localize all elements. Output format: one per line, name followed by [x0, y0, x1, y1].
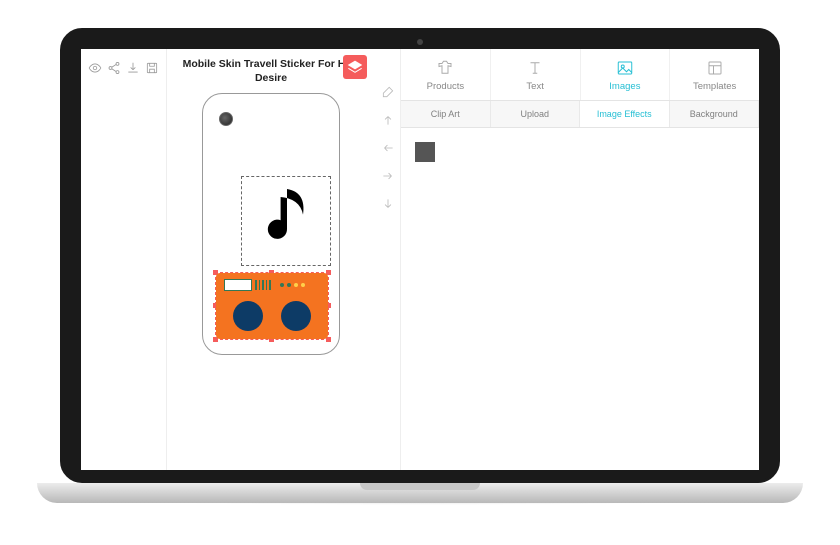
tab-label: Templates: [693, 81, 736, 92]
laptop-camera: [417, 39, 423, 45]
phone-camera-icon: [219, 112, 233, 126]
canvas-area: Mobile Skin Travell Sticker For HTC Desi…: [167, 49, 375, 470]
tab-label: Products: [427, 81, 465, 92]
effects-panel: [401, 128, 759, 176]
right-panel: Products Text Images Templates Clip Art …: [401, 49, 759, 470]
laptop-mockup: Mobile Skin Travell Sticker For HTC Desi…: [37, 28, 803, 513]
radio-object[interactable]: [215, 272, 329, 340]
subtab-image-effects[interactable]: Image Effects: [580, 101, 670, 127]
arrow-left-icon[interactable]: [379, 139, 397, 157]
laptop-notch: [360, 483, 480, 490]
product-title: Mobile Skin Travell Sticker For HTC Desi…: [171, 57, 371, 85]
tab-label: Images: [609, 81, 640, 92]
subtab-upload[interactable]: Upload: [491, 101, 581, 127]
save-icon[interactable]: [145, 59, 160, 77]
phone-outline[interactable]: [202, 93, 340, 355]
laptop-bezel: Mobile Skin Travell Sticker For HTC Desi…: [60, 28, 780, 483]
subtab-clipart[interactable]: Clip Art: [401, 101, 491, 127]
download-icon[interactable]: [126, 59, 141, 77]
share-icon[interactable]: [106, 59, 121, 77]
tab-templates[interactable]: Templates: [670, 49, 759, 100]
laptop-base: [37, 483, 803, 503]
side-toolbar: [375, 49, 401, 470]
music-note-object[interactable]: [241, 176, 331, 266]
arrow-right-icon[interactable]: [379, 167, 397, 185]
arrow-down-icon[interactable]: [379, 195, 397, 213]
tab-products[interactable]: Products: [401, 49, 491, 100]
resize-handle[interactable]: [326, 337, 331, 342]
tab-text[interactable]: Text: [491, 49, 581, 100]
left-toolbar: [81, 49, 167, 470]
main-tabs: Products Text Images Templates: [401, 49, 759, 101]
eraser-icon[interactable]: [379, 83, 397, 101]
tab-label: Text: [526, 81, 543, 92]
layers-button[interactable]: [343, 55, 367, 79]
radio-icon: [216, 273, 328, 339]
subtab-background[interactable]: Background: [670, 101, 760, 127]
app-screen: Mobile Skin Travell Sticker For HTC Desi…: [81, 49, 759, 470]
sub-tabs: Clip Art Upload Image Effects Background: [401, 101, 759, 128]
arrow-up-icon[interactable]: [379, 111, 397, 129]
preview-icon[interactable]: [87, 59, 102, 77]
music-note-icon: [242, 177, 332, 257]
color-swatch[interactable]: [415, 142, 435, 162]
tab-images[interactable]: Images: [581, 49, 671, 100]
